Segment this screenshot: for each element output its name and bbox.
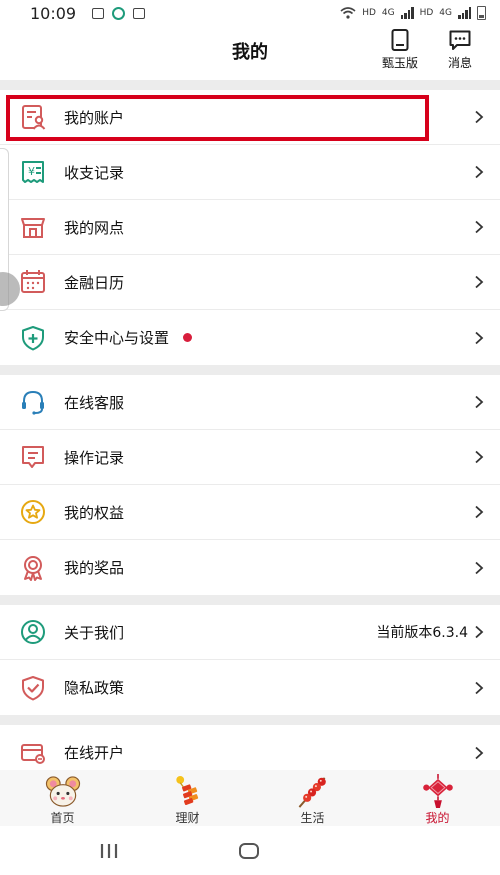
menu-item-operation-records[interactable]: 操作记录 bbox=[0, 430, 500, 485]
hd-indicator: HD bbox=[362, 8, 376, 18]
menu-group-account: 我的账户 ¥ 收支记录 我的网点 金融日历 安全中心与设置 bbox=[0, 90, 500, 365]
menu-item-financial-calendar[interactable]: 金融日历 bbox=[0, 255, 500, 310]
network-4g-indicator: 4G bbox=[381, 8, 395, 18]
bottom-tab-bar: 首页 理财 生活 我的 bbox=[0, 770, 500, 826]
award-ribbon-icon bbox=[24, 555, 42, 581]
menu-group-open-account: 在线开户 bbox=[0, 725, 500, 770]
tab-home[interactable]: 首页 bbox=[0, 770, 125, 826]
menu-item-my-account[interactable]: 我的账户 bbox=[0, 90, 500, 145]
app-notification-icon bbox=[112, 6, 126, 20]
star-badge-icon bbox=[21, 500, 45, 524]
menu-group-about: 关于我们 当前版本6.3.4 隐私政策 bbox=[0, 605, 500, 715]
svg-text:¥: ¥ bbox=[28, 165, 35, 178]
menu-item-transactions[interactable]: ¥ 收支记录 bbox=[0, 145, 500, 200]
message-button[interactable]: 消息 bbox=[435, 28, 485, 74]
chevron-right-icon bbox=[475, 165, 484, 179]
mouse-mascot-icon bbox=[45, 776, 80, 807]
chevron-right-icon bbox=[475, 561, 484, 574]
screenshot-notification-icon bbox=[133, 7, 146, 19]
home-button-icon[interactable] bbox=[239, 843, 259, 859]
chevron-right-icon bbox=[475, 331, 484, 344]
chevron-right-icon bbox=[475, 275, 484, 289]
tablet-icon bbox=[391, 29, 409, 51]
menu-item-label: 收支记录 bbox=[64, 163, 125, 182]
tab-label: 生活 bbox=[300, 811, 325, 825]
menu-item-online-service[interactable]: 在线客服 bbox=[0, 375, 500, 430]
zhenyu-version-button[interactable]: 甄玉版 bbox=[375, 28, 425, 74]
network-4g-indicator-2: 4G bbox=[439, 8, 452, 18]
menu-item-label: 在线客服 bbox=[64, 393, 125, 412]
account-icon bbox=[22, 105, 46, 130]
menu-item-label: 我的权益 bbox=[64, 503, 125, 522]
zhenyu-version-label: 甄玉版 bbox=[381, 56, 418, 70]
tab-label: 我的 bbox=[425, 811, 450, 825]
open-account-card-icon bbox=[21, 743, 45, 764]
menu-item-label: 我的账户 bbox=[64, 108, 125, 127]
status-bar: 10:09 HD 4G HD 4G bbox=[0, 0, 500, 26]
chevron-right-icon bbox=[475, 681, 484, 694]
menu-item-online-account-opening[interactable]: 在线开户 bbox=[0, 725, 500, 770]
gallery-notification-icon bbox=[92, 7, 105, 19]
menu-item-label: 金融日历 bbox=[64, 273, 125, 292]
user-circle-icon bbox=[21, 620, 45, 644]
menu-item-security-settings[interactable]: 安全中心与设置 bbox=[0, 310, 500, 365]
headset-icon bbox=[22, 390, 44, 415]
tab-wealth[interactable]: 理财 bbox=[125, 770, 250, 826]
message-icon bbox=[449, 30, 471, 50]
tab-life[interactable]: 生活 bbox=[250, 770, 375, 826]
privacy-shield-icon bbox=[22, 675, 44, 700]
chevron-right-icon bbox=[475, 220, 484, 234]
calendar-icon bbox=[21, 270, 45, 293]
page-title: 我的 bbox=[232, 42, 268, 63]
candied-haws-icon bbox=[298, 777, 326, 808]
receipt-icon: ¥ bbox=[22, 161, 44, 183]
chevron-right-icon bbox=[475, 450, 484, 464]
header: 我的 甄玉版 消息 bbox=[0, 26, 500, 80]
menu-item-label: 安全中心与设置 bbox=[64, 329, 170, 347]
menu-item-label: 在线开户 bbox=[64, 744, 125, 762]
menu-item-my-benefits[interactable]: 我的权益 bbox=[0, 485, 500, 540]
operation-record-icon bbox=[22, 446, 44, 468]
menu-item-my-branch[interactable]: 我的网点 bbox=[0, 200, 500, 255]
recent-apps-icon[interactable] bbox=[99, 844, 119, 858]
chevron-right-icon bbox=[475, 395, 484, 409]
menu-item-label: 我的奖品 bbox=[64, 559, 125, 577]
signal-icon-2 bbox=[458, 7, 471, 19]
menu-item-privacy-policy[interactable]: 隐私政策 bbox=[0, 660, 500, 715]
chinese-knot-icon bbox=[422, 774, 453, 809]
chevron-right-icon bbox=[475, 625, 484, 639]
tab-mine[interactable]: 我的 bbox=[375, 770, 500, 826]
firecracker-icon bbox=[175, 775, 198, 806]
tab-label: 首页 bbox=[50, 811, 75, 825]
menu-item-label: 我的网点 bbox=[64, 218, 125, 237]
branch-store-icon bbox=[21, 218, 45, 238]
status-time: 10:09 bbox=[30, 3, 77, 23]
message-label: 消息 bbox=[447, 56, 472, 70]
chevron-right-icon bbox=[475, 746, 484, 759]
menu-item-about-us[interactable]: 关于我们 当前版本6.3.4 bbox=[0, 605, 500, 660]
menu-item-my-prizes[interactable]: 我的奖品 bbox=[0, 540, 500, 595]
tab-label: 理财 bbox=[175, 811, 200, 825]
security-shield-icon bbox=[22, 325, 44, 350]
notification-dot bbox=[183, 333, 193, 342]
menu-item-label: 隐私政策 bbox=[64, 679, 125, 697]
signal-icon bbox=[400, 7, 414, 19]
hd-indicator-2: HD bbox=[419, 8, 434, 18]
chevron-right-icon bbox=[475, 505, 484, 519]
menu-group-service: 在线客服 操作记录 我的权益 我的奖品 bbox=[0, 375, 500, 595]
menu-item-label: 关于我们 bbox=[64, 623, 125, 642]
app-version-text: 当前版本6.3.4 bbox=[376, 625, 468, 641]
battery-icon bbox=[477, 6, 486, 20]
chevron-right-icon bbox=[475, 110, 484, 124]
system-navigation-bar bbox=[0, 826, 500, 875]
menu-item-label: 操作记录 bbox=[64, 448, 125, 467]
wifi-icon bbox=[340, 7, 356, 19]
